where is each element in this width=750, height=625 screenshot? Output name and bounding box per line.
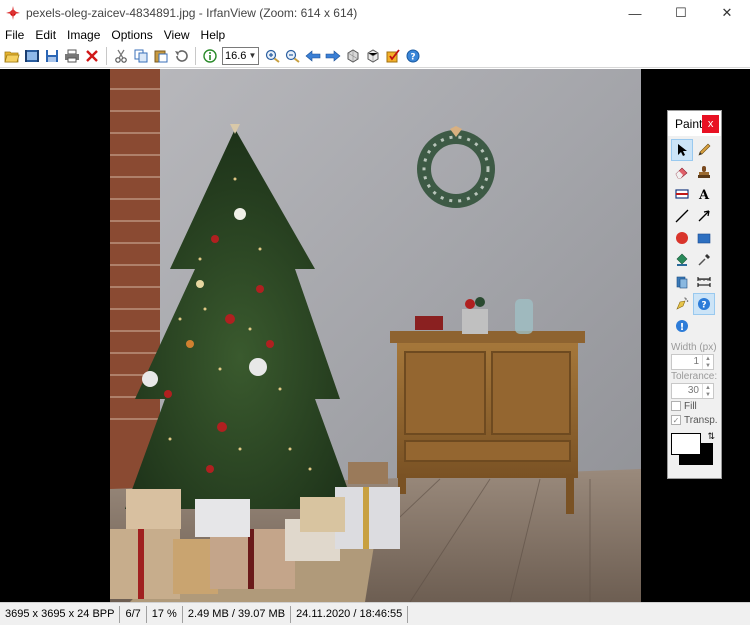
print-icon[interactable] (62, 46, 81, 66)
stepper-down-icon[interactable]: ▼ (703, 362, 713, 369)
info-icon[interactable] (200, 46, 219, 66)
width-label: Width (px) (671, 342, 717, 353)
open-folder-icon[interactable] (2, 46, 21, 66)
width-value: 1 (693, 356, 699, 367)
slideshow-icon[interactable] (22, 46, 41, 66)
christmas-tree-photo (110, 69, 641, 602)
paint-title: Paint (675, 116, 703, 131)
fill-checkbox[interactable] (671, 401, 681, 411)
spray-icon[interactable] (671, 293, 693, 315)
image-viewer[interactable] (0, 69, 750, 602)
svg-text:A: A (698, 188, 710, 201)
width-stepper[interactable]: 1 ▲ ▼ (671, 354, 714, 370)
maximize-button[interactable]: ☐ (658, 0, 704, 26)
transp-checkbox-row[interactable]: ✓ Transp. (668, 413, 721, 427)
cut-icon[interactable] (111, 46, 130, 66)
paint-palette: Paint x A ? ! Width (px) 1 ▲ ▼ Tolerance… (667, 110, 722, 479)
eraser-icon[interactable] (671, 161, 693, 183)
minimize-button[interactable]: — (612, 0, 658, 26)
paste-icon[interactable] (151, 46, 170, 66)
menu-bar: File Edit Image Options View Help (0, 26, 750, 44)
toolbar: 16.6 ▼ ? (0, 44, 750, 68)
copy-icon[interactable] (131, 46, 150, 66)
fill-bucket-icon[interactable] (671, 249, 693, 271)
arrow-line-icon[interactable] (693, 205, 715, 227)
close-button[interactable]: ✕ (704, 0, 750, 26)
tolerance-label: Tolerance: (671, 371, 718, 382)
rotate-right-icon[interactable] (363, 46, 382, 66)
menu-edit[interactable]: Edit (30, 26, 62, 44)
toolbar-separator (106, 46, 107, 65)
next-icon[interactable] (323, 46, 342, 66)
transp-label: Transp. (684, 414, 718, 426)
irfanview-app-icon (6, 6, 20, 20)
help-icon[interactable]: ? (403, 46, 422, 66)
info-icon[interactable]: ! (671, 315, 693, 337)
undo-icon[interactable] (171, 46, 190, 66)
zoom-out-icon[interactable] (283, 46, 302, 66)
measure-icon[interactable] (693, 271, 715, 293)
status-index: 6/7 (120, 605, 147, 623)
status-dimensions: 3695 x 3695 x 24 BPP (0, 605, 121, 623)
menu-options[interactable]: Options (106, 26, 158, 44)
pencil-icon[interactable] (693, 139, 715, 161)
stepper-down-icon[interactable]: ▼ (703, 391, 713, 398)
zoom-in-icon[interactable] (263, 46, 282, 66)
chevron-down-icon: ▼ (248, 51, 257, 60)
rectangle-icon[interactable] (693, 227, 715, 249)
status-zoom: 17 % (147, 605, 183, 623)
paint-close-button[interactable]: x (702, 114, 719, 133)
toolbar-separator (195, 46, 196, 65)
paint-icon[interactable] (383, 46, 402, 66)
svg-text:?: ? (410, 52, 415, 62)
tolerance-value: 30 (687, 385, 699, 396)
paint-title-bar: Paint x (668, 111, 721, 136)
redeye-icon[interactable] (671, 183, 693, 205)
rotate-left-icon[interactable] (343, 46, 362, 66)
tolerance-stepper[interactable]: 30 ▲ ▼ (671, 383, 714, 399)
fill-label: Fill (684, 400, 697, 412)
fill-checkbox-row[interactable]: Fill (668, 399, 721, 413)
menu-image[interactable]: Image (62, 26, 106, 44)
help-icon[interactable]: ? (693, 293, 715, 315)
menu-file[interactable]: File (0, 26, 30, 44)
transp-checkbox[interactable]: ✓ (671, 415, 681, 425)
text-icon[interactable]: A (693, 183, 715, 205)
swap-colors-icon[interactable]: ⇅ (707, 431, 715, 442)
window-title: pexels-oleg-zaicev-4834891.jpg - IrfanVi… (26, 6, 358, 20)
stepper-up-icon[interactable]: ▲ (703, 384, 713, 391)
previous-icon[interactable] (303, 46, 322, 66)
title-bar: pexels-oleg-zaicev-4834891.jpg - IrfanVi… (0, 0, 750, 26)
color-picker-icon[interactable] (693, 249, 715, 271)
delete-icon[interactable] (82, 46, 101, 66)
status-datetime: 24.11.2020 / 18:46:55 (291, 605, 409, 623)
selection-arrow-icon[interactable] (671, 139, 693, 161)
clone-icon[interactable] (671, 271, 693, 293)
circle-icon[interactable] (671, 227, 693, 249)
stepper-up-icon[interactable]: ▲ (703, 355, 713, 362)
save-icon[interactable] (42, 46, 61, 66)
zoom-dropdown[interactable]: 16.6 ▼ (222, 46, 259, 65)
stamp-icon[interactable] (693, 161, 715, 183)
color-selector[interactable]: ⇅ (671, 431, 715, 467)
line-icon[interactable] (671, 205, 693, 227)
status-bar: 3695 x 3695 x 24 BPP 6/7 17 % 2.49 MB / … (0, 602, 750, 625)
status-memory: 2.49 MB / 39.07 MB (183, 605, 292, 623)
menu-help[interactable]: Help (196, 26, 232, 44)
foreground-color-swatch[interactable] (671, 433, 701, 455)
zoom-value: 16.6 (225, 49, 247, 62)
svg-text:!: ! (680, 322, 685, 333)
menu-view[interactable]: View (159, 26, 196, 44)
svg-text:?: ? (701, 301, 706, 311)
